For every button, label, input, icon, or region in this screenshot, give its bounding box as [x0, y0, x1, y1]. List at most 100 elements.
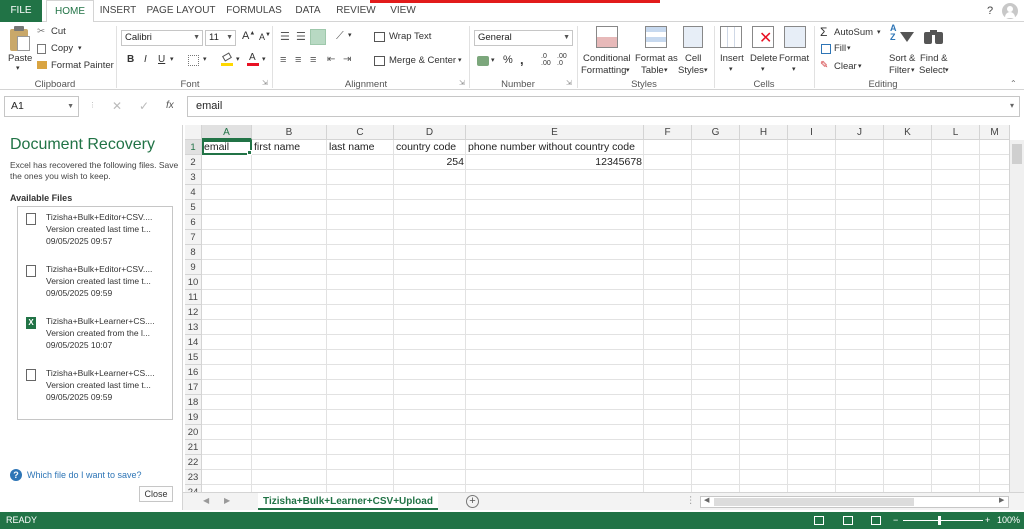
merge-center-button[interactable]: Merge & Center	[389, 55, 456, 66]
row-header[interactable]: 3	[185, 170, 202, 185]
cell-styles-icon[interactable]	[683, 26, 703, 48]
styles-button-label[interactable]: Styles	[678, 65, 704, 76]
delete-cells-button[interactable]: Delete	[750, 53, 777, 64]
row-header[interactable]: 9	[185, 260, 202, 275]
fill-icon[interactable]	[821, 44, 831, 54]
fill-button[interactable]: Fill	[834, 43, 846, 54]
split-handle-icon[interactable]: ⋮	[686, 495, 696, 506]
fill-dropdown-icon[interactable]: ▾	[847, 44, 851, 52]
format-cells-button[interactable]: Format	[779, 53, 809, 64]
format-as-table-icon[interactable]	[645, 26, 667, 48]
row-header[interactable]: 10	[185, 275, 202, 290]
decrease-decimal-icon[interactable]: .00.0	[557, 53, 567, 67]
row-header[interactable]: 18	[185, 395, 202, 410]
column-header[interactable]: C	[327, 125, 394, 140]
tab-home[interactable]: HOME	[46, 0, 94, 23]
increase-decimal-icon[interactable]: .0.00	[541, 53, 551, 67]
align-top-icon[interactable]: ☰	[280, 30, 290, 43]
sort-dropdown-icon[interactable]: ▾	[911, 66, 915, 74]
cancel-icon[interactable]: ✕	[112, 99, 122, 113]
merge-dropdown-icon[interactable]: ▾	[458, 56, 462, 64]
font-color-icon[interactable]: A	[247, 52, 259, 66]
insert-cells-button[interactable]: Insert	[720, 53, 744, 64]
row-header[interactable]: 11	[185, 290, 202, 305]
autosum-button[interactable]: AutoSum	[834, 27, 873, 38]
font-launcher-icon[interactable]: ⇲	[262, 79, 268, 87]
row-header[interactable]: 13	[185, 320, 202, 335]
row-header[interactable]: 4	[185, 185, 202, 200]
paste-dropdown-icon[interactable]: ▾	[16, 64, 20, 72]
sort-label[interactable]: Sort &	[889, 53, 915, 64]
recovered-file-item[interactable]: Tizisha+Bulk+Learner+CS.... Version crea…	[18, 366, 173, 416]
underline-dropdown-icon[interactable]: ▾	[170, 55, 174, 63]
font-color-dropdown-icon[interactable]: ▾	[262, 55, 266, 63]
percent-button[interactable]: %	[503, 54, 513, 66]
vertical-scrollbar[interactable]	[1009, 140, 1024, 492]
scroll-thumb[interactable]	[714, 498, 914, 506]
cut-button[interactable]: Cut	[51, 26, 66, 37]
paste-icon[interactable]	[8, 26, 32, 52]
row-header[interactable]: 6	[185, 215, 202, 230]
delete-dropdown-icon[interactable]: ▾	[761, 65, 765, 73]
name-box[interactable]: A1 ▼	[4, 96, 79, 117]
currency-icon[interactable]	[477, 56, 489, 66]
row-header[interactable]: 5	[185, 200, 202, 215]
formatting-label[interactable]: Formatting	[581, 65, 626, 76]
cell-header[interactable]: last name	[327, 140, 377, 155]
format-dropdown-icon[interactable]: ▾	[792, 65, 796, 73]
page-break-view-icon[interactable]	[871, 516, 881, 525]
tab-formulas[interactable]: FORMULAS	[224, 0, 284, 22]
format-painter-icon[interactable]	[37, 61, 47, 69]
copy-dropdown-icon[interactable]: ▾	[78, 44, 82, 52]
italic-button[interactable]: I	[144, 54, 147, 65]
user-avatar-icon[interactable]	[1002, 3, 1018, 19]
column-header[interactable]: E	[466, 125, 644, 140]
row-header[interactable]: 14	[185, 335, 202, 350]
conditional-dropdown-icon[interactable]: ▾	[626, 66, 630, 74]
row-header[interactable]: 12	[185, 305, 202, 320]
insert-function-button[interactable]: fx	[166, 100, 174, 111]
copy-icon[interactable]	[37, 44, 46, 54]
insert-dropdown-icon[interactable]: ▾	[729, 65, 733, 73]
align-middle-icon[interactable]: ☰	[296, 30, 306, 43]
scroll-thumb[interactable]	[1012, 144, 1022, 164]
tab-page-layout[interactable]: PAGE LAYOUT	[145, 0, 217, 22]
comma-button[interactable]: ,	[520, 52, 524, 67]
format-as-label[interactable]: Format as	[635, 53, 678, 64]
enter-icon[interactable]: ✓	[139, 99, 149, 113]
orientation-dropdown-icon[interactable]: ▾	[348, 31, 352, 39]
row-header[interactable]: 8	[185, 245, 202, 260]
collapse-ribbon-icon[interactable]: ⌃	[1010, 79, 1017, 88]
borders-dropdown-icon[interactable]: ▾	[203, 55, 207, 63]
zoom-out-icon[interactable]: −	[893, 512, 898, 529]
row-header[interactable]: 2	[185, 155, 202, 170]
format-cells-icon[interactable]	[784, 26, 806, 48]
sort-filter-icon[interactable]: AZ	[890, 24, 897, 42]
increase-indent-icon[interactable]: ⇥	[343, 54, 351, 65]
formula-input[interactable]: email	[187, 96, 1020, 117]
decrease-font-icon[interactable]: A▼	[259, 32, 271, 42]
recovery-help-link[interactable]: ? Which file do I want to save?	[10, 469, 142, 481]
zoom-slider-handle[interactable]	[938, 516, 941, 525]
column-header[interactable]: D	[394, 125, 466, 140]
recovered-file-item[interactable]: X Tizisha+Bulk+Learner+CS.... Version cr…	[18, 314, 173, 364]
zoom-in-icon[interactable]: +	[985, 512, 990, 529]
column-header[interactable]: J	[836, 125, 884, 140]
row-header[interactable]: 7	[185, 230, 202, 245]
orientation-icon[interactable]: ⟋	[336, 30, 344, 43]
recovered-file-item[interactable]: Tizisha+Bulk+Editor+CSV.... Version crea…	[18, 210, 173, 260]
sheet-tab-active[interactable]: Tizisha+Bulk+Learner+CSV+Upload	[258, 493, 438, 510]
scroll-right-arrow-icon[interactable]: ▶	[999, 496, 1004, 504]
decrease-indent-icon[interactable]: ⇤	[327, 54, 335, 65]
add-sheet-icon[interactable]: +	[466, 495, 479, 508]
column-header[interactable]: H	[740, 125, 788, 140]
help-icon[interactable]: ?	[984, 0, 996, 22]
autosum-icon[interactable]: Σ	[820, 25, 827, 39]
paste-button[interactable]: Paste	[8, 53, 32, 64]
expand-formula-icon[interactable]: ▾	[1010, 101, 1014, 110]
close-button[interactable]: Close	[139, 486, 173, 502]
font-name-combo[interactable]: Calibri ▼	[121, 30, 203, 46]
row-header[interactable]: 19	[185, 410, 202, 425]
row-header[interactable]: 23	[185, 470, 202, 485]
select-all-corner[interactable]	[185, 125, 202, 140]
